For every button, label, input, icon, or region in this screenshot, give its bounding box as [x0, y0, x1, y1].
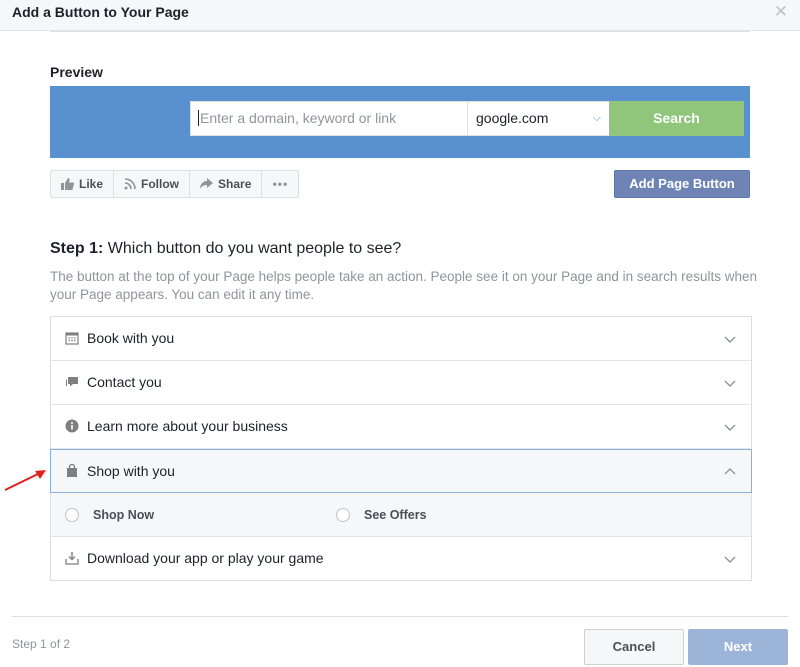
next-button[interactable]: Next	[688, 629, 788, 665]
calendar-icon	[65, 332, 79, 345]
option-book-with-you[interactable]: Book with you	[51, 317, 751, 361]
shop-now-label[interactable]: Shop Now	[93, 508, 154, 522]
chevron-down-icon: ⌵	[592, 112, 601, 124]
rss-icon	[124, 178, 136, 190]
chevron-down-icon	[724, 336, 736, 343]
step-label: Step 1:	[50, 240, 104, 257]
step-heading: Step 1: Which button do you want people …	[50, 240, 401, 258]
search-button[interactable]: Search	[609, 101, 744, 136]
close-icon[interactable]: ✕	[774, 3, 788, 20]
footer-divider	[12, 616, 788, 617]
text-caret	[198, 110, 199, 126]
step-counter: Step 1 of 2	[12, 637, 71, 651]
search-placeholder: Enter a domain, keyword or link	[200, 110, 397, 126]
info-icon	[65, 419, 79, 433]
button-options-list: Book with you Contact you Learn more abo…	[50, 316, 752, 581]
step-description: The button at the top of your Page helps…	[50, 269, 757, 302]
option-contact-you[interactable]: Contact you	[51, 361, 751, 405]
shopping-bag-icon	[67, 464, 77, 477]
dialog-header: Add a Button to Your Page ✕	[0, 0, 800, 31]
shop-now-radio[interactable]	[65, 508, 79, 522]
share-button[interactable]: Share	[190, 171, 263, 197]
domain-value: google.com	[476, 110, 549, 126]
see-offers-radio[interactable]	[336, 508, 350, 522]
preview-title: Preview	[50, 64, 103, 80]
shop-sub-options: Shop Now See Offers	[51, 493, 751, 537]
cancel-button[interactable]: Cancel	[584, 629, 684, 665]
chevron-up-icon	[724, 468, 736, 475]
chat-icon	[66, 377, 78, 387]
chevron-down-icon	[724, 380, 736, 387]
search-input[interactable]: Enter a domain, keyword or link	[190, 101, 467, 136]
option-shop-with-you[interactable]: Shop with you	[50, 449, 752, 493]
step-question: Which button do you want people to see?	[103, 240, 402, 257]
option-download-app[interactable]: Download your app or play your game	[51, 537, 751, 581]
like-button[interactable]: Like	[51, 171, 115, 197]
more-icon[interactable]: •••	[262, 171, 298, 197]
follow-button[interactable]: Follow	[114, 171, 191, 197]
follow-label: Follow	[141, 177, 180, 191]
see-offers-label[interactable]: See Offers	[364, 508, 427, 522]
share-label: Share	[218, 177, 252, 191]
option-label: Contact you	[87, 374, 162, 390]
annotation-arrow-icon	[4, 470, 46, 491]
thumbs-up-icon	[61, 178, 74, 190]
domain-select[interactable]: google.com ⌵	[467, 101, 610, 136]
add-page-button[interactable]: Add Page Button	[614, 170, 750, 198]
page-action-bar: Like Follow Share •••	[50, 170, 300, 198]
chevron-down-icon	[724, 424, 736, 431]
dialog-title: Add a Button to Your Page	[12, 4, 189, 20]
option-label: Shop with you	[87, 463, 175, 479]
option-label: Download your app or play your game	[87, 550, 324, 566]
like-label: Like	[79, 177, 104, 191]
chevron-down-icon	[724, 556, 736, 563]
option-learn-more[interactable]: Learn more about your business	[51, 405, 751, 449]
option-label: Book with you	[87, 330, 175, 346]
share-arrow-icon	[200, 178, 214, 189]
option-label: Learn more about your business	[87, 418, 288, 434]
divider	[50, 31, 750, 32]
download-icon	[65, 552, 79, 565]
